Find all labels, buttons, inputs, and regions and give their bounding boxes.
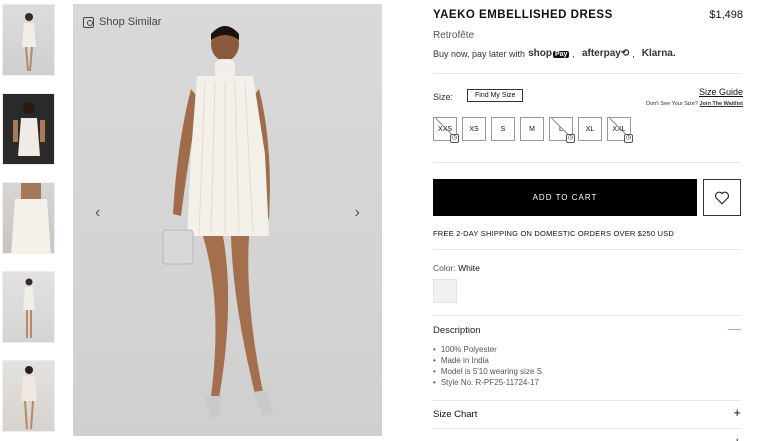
- divider: [433, 73, 741, 74]
- size-option-xxl[interactable]: XXL ◷: [607, 117, 633, 143]
- shop-similar-icon: [83, 16, 94, 28]
- join-waitlist-link[interactable]: Join The Waitlist: [700, 101, 744, 107]
- size-option-m[interactable]: M: [520, 117, 544, 141]
- waitlist-prefix: Don't See Your Size?: [646, 101, 698, 107]
- model-illustration: [162, 26, 273, 418]
- list-item: Style No. R-PF25-11724-17: [433, 377, 542, 388]
- size-option-xs[interactable]: XS: [462, 117, 486, 141]
- description-heading[interactable]: Description: [433, 325, 481, 336]
- thumbnail-rail: [2, 4, 56, 441]
- chevron-right-icon[interactable]: ›: [355, 204, 360, 222]
- wishlist-button[interactable]: [703, 179, 741, 216]
- thumbnail-3[interactable]: [2, 182, 55, 254]
- pay-later-row: Buy now, pay later with shop Pay , afterp…: [433, 48, 676, 59]
- size-option-label: L: [559, 125, 563, 133]
- list-item: Model is 5'10 wearing size S: [433, 366, 542, 377]
- divider: [433, 428, 741, 429]
- list-item: Made in India: [433, 355, 542, 366]
- afterpay-logo[interactable]: afterpay⟲: [582, 48, 629, 59]
- pay-separator-1: ,: [572, 48, 575, 59]
- waitlist-icon: ◷: [624, 134, 633, 143]
- size-option-label: XS: [469, 125, 479, 133]
- size-option-label: XL: [585, 125, 595, 133]
- list-item: 100% Polyester: [433, 344, 542, 355]
- waitlist-row: Don't See Your Size? Join The Waitlist: [646, 101, 743, 107]
- divider: [433, 162, 741, 163]
- waitlist-icon: ◷: [450, 134, 459, 143]
- collapse-icon[interactable]: —: [728, 321, 741, 336]
- size-label: Size:: [433, 92, 454, 102]
- color-label: Color: White: [433, 263, 480, 273]
- chevron-left-icon[interactable]: ‹: [95, 204, 100, 222]
- thumbnail-1[interactable]: [2, 4, 55, 76]
- thumbnail-4[interactable]: [2, 271, 55, 343]
- product-brand[interactable]: Retrofête: [433, 30, 474, 41]
- size-option-label: XXL: [612, 125, 626, 133]
- color-label-text: Color:: [433, 263, 456, 273]
- size-option-xxs[interactable]: XXS ◷: [433, 117, 459, 143]
- find-my-size-button[interactable]: Find My Size: [467, 89, 524, 102]
- thumbnail-3-image: [11, 183, 51, 253]
- size-option-xl[interactable]: XL: [578, 117, 602, 141]
- divider: [433, 400, 741, 401]
- size-option-s[interactable]: S: [491, 117, 515, 141]
- divider: [433, 249, 741, 250]
- shop-similar-label: Shop Similar: [99, 16, 162, 28]
- size-chart-heading[interactable]: Size Chart: [433, 409, 477, 420]
- product-price: $1,498: [709, 9, 743, 21]
- shipping-note: FREE 2-DAY SHIPPING ON DOMESTIC ORDERS O…: [433, 229, 675, 238]
- thumbnail-5-image: [21, 366, 37, 430]
- size-option-label: M: [529, 125, 535, 133]
- size-option-label: XXS: [437, 125, 452, 133]
- thumbnail-5[interactable]: [2, 360, 55, 432]
- expand-icon[interactable]: +: [733, 434, 741, 441]
- expand-icon[interactable]: +: [733, 405, 741, 420]
- shop-pay-logo-shop: shop: [528, 48, 552, 59]
- color-value: White: [458, 263, 480, 273]
- pay-separator-2: ,: [632, 48, 635, 59]
- shop-similar-button[interactable]: Shop Similar: [83, 16, 161, 28]
- product-main-image: Shop Similar ‹ ›: [73, 4, 382, 436]
- color-swatch-white[interactable]: [433, 279, 457, 303]
- waitlist-icon: ◷: [566, 134, 575, 143]
- thumbnail-1-image: [22, 13, 36, 72]
- add-to-cart-button[interactable]: ADD TO CART: [433, 179, 697, 216]
- thumbnail-4-image: [23, 278, 35, 338]
- size-option-l[interactable]: L ◷: [549, 117, 575, 143]
- thumbnail-2[interactable]: [2, 93, 55, 165]
- size-options: XXS ◷ XS S M L ◷ XL XXL ◷: [433, 117, 633, 143]
- thumbnail-2-image: [13, 102, 45, 156]
- pay-later-text: Buy now, pay later with: [433, 48, 526, 59]
- heart-icon: [714, 191, 730, 205]
- divider: [433, 315, 741, 316]
- description-list: 100% Polyester Made in India Model is 5'…: [433, 344, 542, 388]
- klarna-logo[interactable]: Klarna.: [642, 48, 676, 59]
- shop-pay-logo[interactable]: shop Pay: [528, 48, 570, 59]
- size-option-label: S: [500, 125, 506, 133]
- size-guide-link[interactable]: Size Guide: [699, 87, 743, 97]
- shop-pay-logo-pay: Pay: [552, 51, 570, 58]
- product-title: YAEKO EMBELLISHED DRESS: [433, 9, 613, 21]
